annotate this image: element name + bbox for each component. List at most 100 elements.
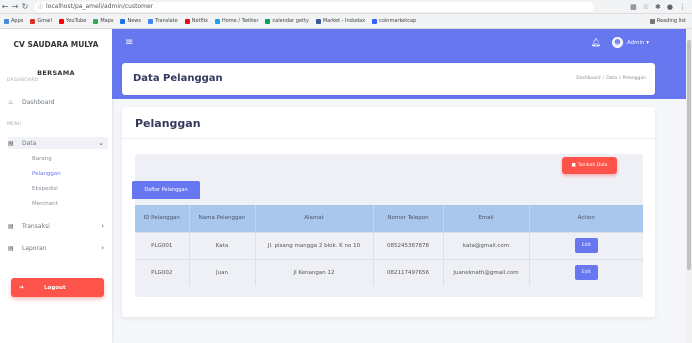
breadcrumb-pelanggan: Pelanggan	[622, 76, 646, 81]
sidebar-item-data[interactable]: ▤ Data ⌄	[8, 137, 108, 149]
url-text: localhost/pa_ameli/admin/customer	[46, 3, 154, 10]
forward-icon[interactable]: →	[10, 2, 20, 11]
folder-icon: ■	[571, 163, 576, 168]
column-header: Email	[443, 205, 530, 232]
table-icon: ▤	[8, 244, 14, 252]
extensions-icon[interactable]: ✱	[655, 3, 661, 11]
menu-icon[interactable]: ⋮	[679, 3, 686, 11]
logout-button[interactable]: ➜ Logout	[11, 278, 104, 297]
edit-button[interactable]: Edit	[574, 238, 598, 253]
chevron-right-icon: ›	[101, 244, 104, 252]
sidebar-subitem-barang[interactable]: Barang	[32, 156, 52, 162]
cell-email: Juaneknath@gmail.com	[443, 258, 530, 286]
main-card: Pelanggan ■ Tambah Data Daftar Pelanggan…	[122, 107, 655, 317]
bookmark-item[interactable]: Home / Twitter	[214, 18, 258, 24]
netflix-icon	[184, 18, 190, 24]
add-data-button[interactable]: ■ Tambah Data	[562, 157, 617, 174]
sidebar-subitem-ekspedisi[interactable]: Ekspedisi	[32, 186, 58, 192]
customer-table: ID Pelanggan Nama Pelanggan Alamat Nomor…	[135, 205, 643, 286]
bookmark-item[interactable]: News	[120, 18, 141, 24]
coinmarketcap-icon	[372, 18, 378, 24]
table-row: PLG002 Juan Jl Kenangan 12 082117497656 …	[135, 258, 643, 286]
bookmark-item[interactable]: Netflix	[184, 18, 208, 24]
translate-icon	[148, 18, 153, 24]
cell-id: PLG001	[135, 231, 190, 259]
bookmark-item[interactable]: YouTube	[58, 18, 86, 24]
browser-toolbar: ← → ↻ ⓘ localhost/pa_ameli/admin/custome…	[0, 0, 692, 14]
sidebar: CV SAUDARA MULYA BERSAMA DASHBOARD ♨ Das…	[0, 29, 112, 343]
star-icon[interactable]: ☆	[643, 3, 649, 11]
sidebar-subitem-merchant[interactable]: Merchant	[32, 201, 58, 207]
reload-icon[interactable]: ↻	[20, 2, 30, 11]
reading-list[interactable]: Reading list	[649, 18, 692, 24]
chevron-down-icon: ⌄	[98, 139, 104, 147]
gmail-icon	[30, 18, 36, 24]
twitter-icon	[214, 18, 220, 24]
divider	[122, 138, 655, 139]
brand-name-line2[interactable]: BERSAMA	[0, 69, 112, 77]
cell-address: Jl Kenangan 12	[255, 258, 374, 286]
cell-phone: 082117497656	[373, 258, 444, 286]
address-bar[interactable]: ⓘ localhost/pa_ameli/admin/customer	[34, 1, 594, 12]
column-header: Action	[529, 205, 643, 232]
user-dropdown[interactable]: Admin ▾	[627, 40, 649, 46]
bookmark-item[interactable]: Market - Indodax	[315, 18, 365, 24]
table-icon: ▤	[8, 222, 14, 230]
info-icon: ⓘ	[38, 4, 44, 10]
bookmark-item[interactable]: Translate	[148, 18, 178, 24]
bookmarks-bar: Apps Gmail YouTube Maps News Translate N…	[0, 14, 692, 29]
cell-address: Jl. pisang mangga 2 blok. K no 10	[255, 231, 374, 259]
sidebar-item-dashboard[interactable]: ♨ Dashboard	[8, 96, 108, 108]
breadcrumb-dashboard[interactable]: Dashboard	[576, 76, 600, 81]
hamburger-menu-icon[interactable]: ≡	[125, 37, 133, 48]
card-title: Pelanggan	[135, 117, 201, 130]
sidebar-item-transaksi[interactable]: ▤ Transaksi ›	[8, 220, 108, 232]
page-header: Data Pelanggan Dashboard / Data / Pelanggan	[122, 63, 655, 95]
news-icon	[120, 18, 126, 24]
cell-action: Edit	[529, 258, 643, 286]
logout-icon: ➜	[19, 284, 25, 291]
bookmark-item[interactable]: Maps	[93, 18, 113, 24]
column-header: Nomor Telepon	[373, 205, 444, 232]
bookmark-item[interactable]: Apps	[4, 18, 23, 24]
tab-customer-list[interactable]: Daftar Pelanggan	[132, 181, 200, 199]
breadcrumb: Dashboard / Data / Pelanggan	[576, 76, 646, 81]
sidebar-subitem-pelanggan[interactable]: Pelanggan	[32, 171, 61, 177]
avatar[interactable]: ☻	[612, 37, 623, 48]
column-header: Alamat	[255, 205, 374, 232]
cell-phone: 085245367878	[373, 231, 444, 259]
profile-icon[interactable]: ●	[667, 3, 673, 11]
back-icon[interactable]: ←	[0, 2, 10, 11]
table-icon: ▤	[8, 139, 14, 147]
grid-icon[interactable]: ▦	[630, 3, 637, 11]
calendar-icon	[265, 18, 271, 24]
cell-action: Edit	[529, 231, 643, 259]
table-row: PLG001 Kata Jl. pisang mangga 2 blok. K …	[135, 231, 643, 259]
chevron-right-icon: ›	[101, 222, 104, 230]
youtube-icon	[58, 18, 64, 24]
cell-email: kata@gmail.com	[443, 231, 530, 259]
bookmark-item[interactable]: calendar getty	[265, 18, 309, 24]
bookmark-item[interactable]: Gmail	[30, 18, 52, 24]
column-header: Nama Pelanggan	[189, 205, 256, 232]
sidebar-item-laporan[interactable]: ▤ Laporan ›	[8, 242, 108, 254]
indodax-icon	[315, 18, 321, 24]
apps-icon	[4, 18, 9, 24]
cell-name: Juan	[189, 258, 256, 286]
maps-icon	[93, 18, 99, 24]
fire-icon: ♨	[8, 98, 14, 106]
column-header: ID Pelanggan	[135, 205, 190, 232]
page-title: Data Pelanggan	[133, 73, 223, 84]
edit-button[interactable]: Edit	[574, 265, 598, 281]
brand-name[interactable]: CV SAUDARA MULYA	[0, 40, 112, 49]
bell-icon[interactable]: 🔔︎	[591, 38, 601, 47]
section-label-menu: MENU	[7, 122, 22, 127]
bookmark-item[interactable]: coinmarketcap	[372, 18, 416, 24]
reading-list-icon	[649, 18, 655, 24]
breadcrumb-data[interactable]: Data	[606, 76, 617, 81]
table-header-row: ID Pelanggan Nama Pelanggan Alamat Nomor…	[135, 205, 643, 232]
section-label-dashboard: DASHBOARD	[7, 78, 39, 83]
scrollbar-thumb[interactable]	[687, 40, 691, 270]
cell-id: PLG002	[135, 258, 190, 286]
cell-name: Kata	[189, 231, 256, 259]
